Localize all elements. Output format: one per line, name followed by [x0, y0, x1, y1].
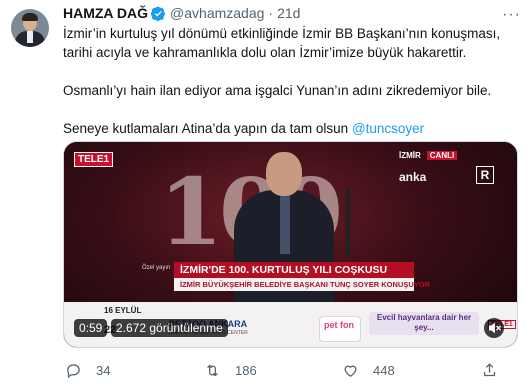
- timestamp[interactable]: 21d: [277, 5, 300, 21]
- like-button[interactable]: 448: [342, 360, 395, 380]
- avatar[interactable]: [11, 9, 49, 47]
- ticker-promo: Evcil hayvanlara dair her şey...: [369, 312, 479, 335]
- heart-icon: [344, 365, 357, 377]
- tweet-line: tarihi acıyla ve kahramanlıkla dolu olan…: [63, 45, 467, 60]
- verified-badge-icon: [151, 6, 166, 21]
- author-name[interactable]: HAMZA DAĞ: [63, 5, 148, 21]
- reply-icon: [67, 363, 80, 378]
- retweet-button[interactable]: 186: [204, 360, 257, 380]
- channel-logo: TELE1: [74, 152, 114, 167]
- rating-badge: R: [476, 166, 494, 184]
- tweet: HAMZA DAĞ @avhamzadag · 21d ··· İzmir’in…: [0, 0, 532, 385]
- video-view-count: 2.672 görüntülenme: [111, 319, 228, 337]
- reply-button[interactable]: 34: [65, 360, 110, 380]
- tweet-line: Osmanlı’yı hain ilan ediyor ama işgalci …: [63, 83, 492, 98]
- author-handle[interactable]: @avhamzadag: [170, 5, 264, 21]
- video-player[interactable]: 100 TELE1 İZMİR CANLI anka R Özel yayın …: [63, 141, 518, 348]
- agency-logo: anka: [399, 170, 427, 184]
- share-icon: [483, 362, 496, 376]
- retweet-count: 186: [235, 362, 257, 378]
- ticker-brand-logo: pet fon: [319, 316, 361, 342]
- side-label: Özel yayın: [142, 265, 171, 271]
- more-icon[interactable]: ···: [502, 6, 521, 24]
- reply-count: 34: [96, 362, 111, 378]
- tweet-header: HAMZA DAĞ @avhamzadag · 21d: [63, 4, 300, 22]
- video-duration: 0:59: [74, 319, 108, 337]
- separator: ·: [268, 5, 274, 21]
- mention-link[interactable]: @tuncsoyer: [352, 121, 424, 136]
- ticker-date: 16 EYLÜL: [104, 306, 142, 315]
- lower-third-subtitle: İZMİR BÜYÜKŞEHİR BELEDİYE BAŞKANI TUNÇ S…: [174, 278, 430, 291]
- mute-icon[interactable]: [484, 318, 504, 338]
- tweet-line: İzmir’in kurtuluş yıl dönümü etkinliğind…: [63, 26, 501, 41]
- share-button[interactable]: [481, 360, 512, 380]
- retweet-icon: [207, 364, 218, 376]
- tweet-text: İzmir’in kurtuluş yıl dönümü etkinliğind…: [63, 24, 518, 138]
- like-count: 448: [373, 362, 395, 378]
- live-indicator: İZMİR CANLI: [399, 151, 458, 160]
- tweet-actions: 34 186 448: [63, 360, 518, 380]
- lower-third-title: İZMİR'DE 100. KURTULUŞ YILI COŞKUSU: [174, 262, 414, 278]
- lower-third: İZMİR'DE 100. KURTULUŞ YILI COŞKUSU İZMİ…: [174, 262, 430, 291]
- tweet-line: Seneye kutlamaları Atina’da yapın da tam…: [63, 121, 425, 136]
